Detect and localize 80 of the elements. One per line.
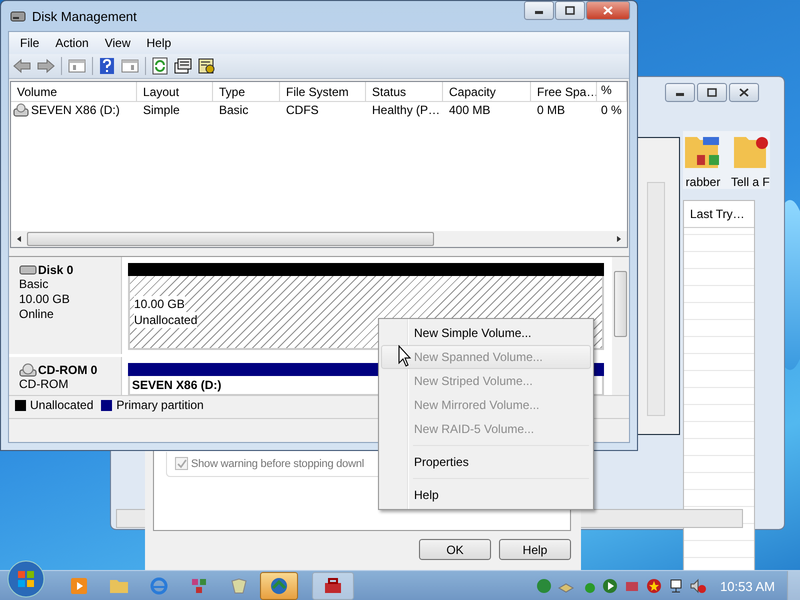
pane-icon[interactable] bbox=[68, 58, 86, 74]
refresh-icon[interactable] bbox=[152, 57, 168, 75]
table-cell: 400 MB bbox=[449, 103, 490, 117]
play-icon[interactable] bbox=[602, 578, 618, 594]
table-cell: Basic bbox=[219, 103, 248, 117]
context-menu-item[interactable]: Help bbox=[381, 483, 591, 507]
horizontal-scrollbar[interactable] bbox=[11, 231, 627, 247]
tools-icon bbox=[190, 577, 208, 595]
taskbar-button[interactable] bbox=[312, 572, 354, 600]
disk-name: Disk 0 bbox=[38, 263, 74, 277]
disk-label-panel[interactable]: CD-ROM 0 CD-ROM bbox=[9, 357, 122, 395]
toolbox-icon bbox=[323, 577, 343, 595]
vertical-scrollbar[interactable] bbox=[612, 257, 629, 395]
disk-label-panel[interactable]: Disk 0 Basic 10.00 GB Online bbox=[9, 257, 122, 354]
partition-name: SEVEN X86 (D:) bbox=[132, 378, 222, 392]
table-cell: CDFS bbox=[286, 103, 319, 117]
settings-icon[interactable] bbox=[198, 58, 216, 74]
browser-icon bbox=[149, 576, 169, 596]
window-title: Disk Management bbox=[32, 8, 137, 24]
scrollbar-thumb[interactable] bbox=[27, 232, 434, 246]
cd-drive-icon bbox=[13, 103, 29, 117]
partition-size: 10.00 GB bbox=[134, 296, 185, 312]
disk-info: Basic bbox=[19, 277, 50, 292]
context-menu-item[interactable]: New Simple Volume... bbox=[381, 321, 591, 345]
help-icon[interactable] bbox=[99, 57, 115, 75]
column-header[interactable]: Layout bbox=[137, 82, 213, 102]
disk-info: CD-ROM bbox=[19, 377, 70, 392]
minimize-button[interactable] bbox=[524, 1, 554, 20]
table-cell: 0 MB bbox=[537, 103, 566, 117]
scroll-right-icon[interactable] bbox=[615, 235, 623, 243]
scroll-left-icon[interactable] bbox=[15, 235, 23, 243]
disk-info: Online bbox=[19, 307, 55, 322]
close-button[interactable] bbox=[729, 83, 759, 102]
column-header[interactable]: Volume bbox=[11, 82, 137, 102]
partition-status: Unallocated bbox=[134, 312, 198, 328]
dialog-button[interactable]: OK bbox=[419, 539, 491, 560]
column-header[interactable]: Capacity bbox=[443, 82, 531, 102]
star-icon[interactable] bbox=[646, 578, 662, 594]
close-icon bbox=[602, 6, 614, 15]
maximize-button[interactable] bbox=[555, 1, 585, 20]
folder-icon bbox=[109, 577, 129, 595]
maximize-button[interactable] bbox=[697, 83, 727, 102]
table-cell: 0 % bbox=[601, 103, 622, 117]
minimize-button[interactable] bbox=[665, 83, 695, 102]
checkbox-label: Show warning before stopping downl bbox=[191, 458, 364, 470]
table-cell: Healthy (P… bbox=[372, 103, 440, 117]
toolbar-label[interactable]: rabber bbox=[686, 175, 720, 189]
maximize-icon bbox=[706, 88, 718, 97]
table-cell: SEVEN X86 (D:) bbox=[31, 103, 120, 117]
context-menu-item[interactable]: Properties bbox=[381, 450, 591, 474]
dialog-button[interactable]: Help bbox=[499, 539, 571, 560]
menu-item[interactable]: File bbox=[13, 34, 46, 52]
pane-icon[interactable] bbox=[121, 58, 139, 74]
back-arrow-icon[interactable] bbox=[13, 58, 31, 74]
taskbar-button[interactable] bbox=[260, 572, 298, 600]
disk-info: 10.00 GB bbox=[19, 292, 71, 307]
close-icon bbox=[738, 88, 750, 97]
table-cell: Simple bbox=[143, 103, 180, 117]
forward-arrow-icon[interactable] bbox=[37, 58, 55, 74]
toolbar-label[interactable]: Tell a F bbox=[731, 175, 770, 189]
column-header[interactable]: Status bbox=[366, 82, 443, 102]
play-icon bbox=[70, 577, 88, 595]
close-button[interactable] bbox=[586, 1, 630, 20]
cd-drive-icon bbox=[19, 363, 37, 377]
menu-item[interactable]: View bbox=[98, 34, 138, 52]
disk-name: CD-ROM 0 bbox=[38, 363, 98, 377]
column-header[interactable]: File System bbox=[280, 82, 366, 102]
menu-item[interactable]: Help bbox=[140, 34, 178, 52]
mouse-cursor-icon bbox=[398, 345, 412, 367]
start-button[interactable] bbox=[6, 559, 46, 599]
vertical-scrollbar[interactable] bbox=[647, 182, 665, 416]
speaker-muted-icon[interactable] bbox=[690, 578, 706, 594]
column-header[interactable]: % bbox=[597, 82, 627, 102]
scrollbar-thumb[interactable] bbox=[614, 271, 627, 337]
legend-label: Unallocated bbox=[30, 398, 94, 412]
properties-icon[interactable] bbox=[174, 58, 192, 74]
menu-item[interactable]: Action bbox=[48, 34, 96, 52]
legend-label: Primary partition bbox=[116, 398, 204, 412]
maximize-icon bbox=[564, 6, 576, 15]
column-header[interactable]: Type bbox=[213, 82, 280, 102]
